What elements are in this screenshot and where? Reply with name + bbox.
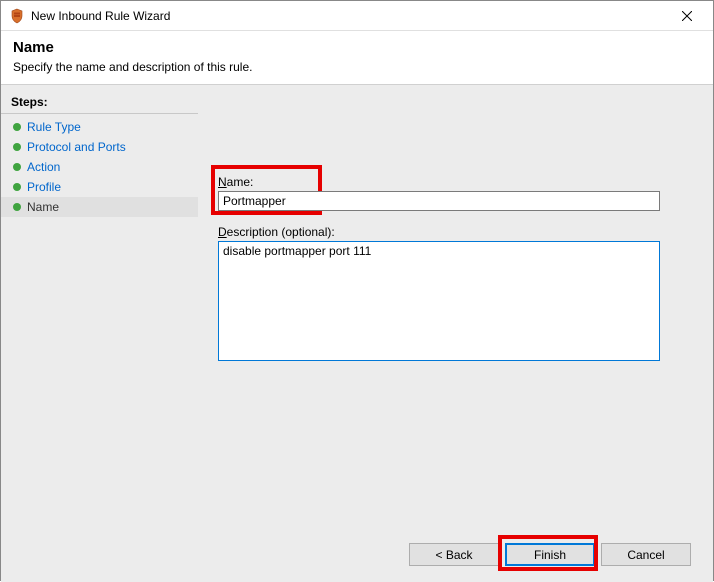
step-label: Action — [27, 160, 60, 174]
steps-sidebar: Steps: Rule Type Protocol and Ports Acti… — [1, 85, 198, 527]
close-icon — [682, 11, 692, 21]
step-name[interactable]: Name — [1, 197, 198, 217]
window-title: New Inbound Rule Wizard — [31, 9, 667, 23]
step-label: Name — [27, 200, 59, 214]
step-label: Rule Type — [27, 120, 81, 134]
steps-heading: Steps: — [1, 93, 198, 114]
description-field-group: Description (optional): — [218, 225, 683, 364]
wizard-body: Steps: Rule Type Protocol and Ports Acti… — [1, 85, 713, 527]
titlebar: New Inbound Rule Wizard — [1, 1, 713, 31]
finish-button[interactable]: Finish — [505, 543, 595, 566]
page-title: Name — [13, 39, 701, 56]
step-label: Profile — [27, 180, 61, 194]
bullet-icon — [13, 143, 21, 151]
wizard-footer: < Back Finish Cancel — [1, 527, 713, 582]
bullet-icon — [13, 163, 21, 171]
back-button[interactable]: < Back — [409, 543, 499, 566]
bullet-icon — [13, 203, 21, 211]
step-profile[interactable]: Profile — [1, 177, 198, 197]
wizard-header: Name Specify the name and description of… — [1, 31, 713, 85]
bullet-icon — [13, 183, 21, 191]
bullet-icon — [13, 123, 21, 131]
name-label: Name: — [218, 175, 683, 189]
step-label: Protocol and Ports — [27, 140, 126, 154]
step-rule-type[interactable]: Rule Type — [1, 117, 198, 137]
page-subtitle: Specify the name and description of this… — [13, 60, 701, 74]
firewall-icon — [9, 8, 25, 24]
description-input[interactable] — [218, 241, 660, 361]
name-field-group: Name: — [218, 175, 683, 211]
close-button[interactable] — [667, 2, 707, 30]
form-area: Name: Description (optional): — [218, 175, 683, 378]
description-label: Description (optional): — [218, 225, 683, 239]
content-pane: Name: Description (optional): — [198, 85, 713, 527]
cancel-button[interactable]: Cancel — [601, 543, 691, 566]
step-protocol-ports[interactable]: Protocol and Ports — [1, 137, 198, 157]
name-input[interactable] — [218, 191, 660, 211]
step-action[interactable]: Action — [1, 157, 198, 177]
